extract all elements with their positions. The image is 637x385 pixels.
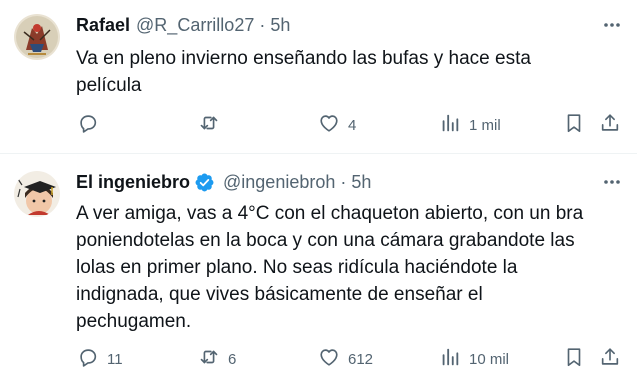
like-button[interactable]: 612: [318, 346, 373, 372]
views-icon: [439, 112, 461, 138]
views-icon: [439, 346, 461, 372]
verified-badge-icon: [194, 172, 215, 193]
tweet-el-ingeniebro[interactable]: El ingeniebro @ingeniebroh · 5h A ver am…: [0, 154, 637, 385]
like-count: 612: [348, 350, 374, 368]
retweet-button[interactable]: [198, 112, 228, 138]
author-name[interactable]: Rafael: [76, 14, 130, 36]
bookmark-icon: [563, 112, 585, 138]
reply-button[interactable]: 11: [77, 346, 123, 372]
like-icon: [318, 112, 340, 138]
tweet-header: El ingeniebro @ingeniebroh · 5h: [76, 171, 371, 193]
more-icon[interactable]: [601, 14, 623, 36]
author-name[interactable]: El ingeniebro: [76, 171, 190, 193]
like-button[interactable]: 4: [318, 112, 356, 138]
like-count: 4: [348, 116, 357, 134]
share-icon: [599, 112, 621, 138]
share-button[interactable]: [599, 346, 621, 372]
share-icon: [599, 346, 621, 372]
tweet-header: Rafael @R_Carrillo27 · 5h: [76, 14, 290, 36]
separator-dot: ·: [259, 15, 266, 35]
timestamp[interactable]: 5h: [270, 14, 290, 36]
bookmark-button[interactable]: [563, 112, 585, 138]
retweet-button[interactable]: 6: [198, 346, 236, 372]
tweet-text: Va en pleno invierno enseñando las bufas…: [76, 48, 531, 96]
action-bar: 4 1 mil: [0, 112, 637, 138]
author-handle[interactable]: @R_Carrillo27: [136, 14, 254, 36]
tweet-text: A ver amiga, vas a 4°C con el chaqueton …: [76, 203, 584, 332]
retweet-count: 6: [228, 350, 237, 368]
more-icon[interactable]: [601, 171, 623, 193]
views-button[interactable]: 10 mil: [439, 346, 509, 372]
action-bar: 11 6 612 10 mil: [0, 346, 637, 372]
reply-count: 11: [107, 350, 123, 368]
reply-icon: [77, 346, 99, 372]
tweet-rafael[interactable]: Rafael @R_Carrillo27 · 5h Va en pleno in…: [0, 0, 637, 154]
bookmark-button[interactable]: [563, 346, 585, 372]
author-handle[interactable]: @ingeniebroh: [223, 171, 335, 193]
retweet-icon: [198, 112, 220, 138]
separator-dot: ·: [340, 172, 347, 192]
avatar[interactable]: [14, 171, 60, 217]
reply-icon: [77, 112, 99, 138]
share-button[interactable]: [599, 112, 621, 138]
bookmark-icon: [563, 346, 585, 372]
views-count: 1 mil: [469, 116, 501, 134]
views-count: 10 mil: [469, 350, 510, 368]
avatar[interactable]: [14, 14, 60, 60]
retweet-icon: [198, 346, 220, 372]
reply-button[interactable]: [77, 112, 107, 138]
timestamp[interactable]: 5h: [351, 171, 371, 193]
views-button[interactable]: 1 mil: [439, 112, 501, 138]
like-icon: [318, 346, 340, 372]
